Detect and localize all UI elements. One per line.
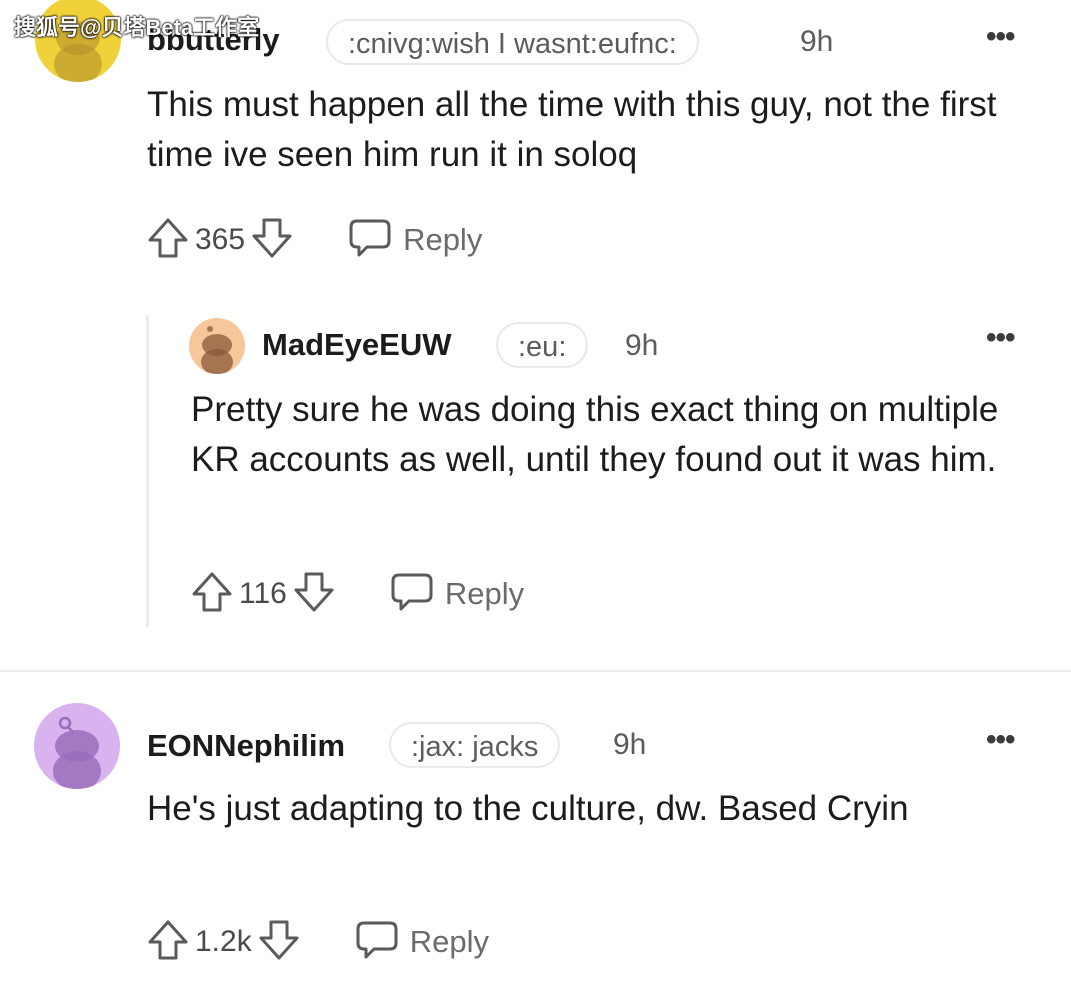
username[interactable]: EONNephilim	[147, 728, 345, 764]
timestamp: 9h	[625, 329, 659, 362]
reply-label: Reply	[403, 222, 483, 257]
reply-label: Reply	[444, 576, 525, 611]
snoo-avatar-icon	[201, 326, 233, 374]
reply-button[interactable]: Reply	[389, 571, 524, 618]
comment-body: He's just adapting to the culture, dw. B…	[147, 789, 909, 828]
watermark: 搜狐号@贝塔Beta工作室	[14, 15, 260, 40]
downvote-arrow-icon[interactable]	[293, 571, 335, 618]
speech-bubble-icon	[354, 919, 400, 966]
reply-label: Reply	[409, 924, 489, 959]
comment-actions: 365 Reply	[147, 218, 482, 262]
timestamp: 9h	[800, 25, 834, 58]
comment-body: This must happen all the time with this …	[147, 85, 997, 174]
vote-score: 365	[195, 223, 246, 256]
upvote-arrow-icon[interactable]	[147, 919, 189, 966]
reply-button[interactable]: Reply	[347, 217, 482, 264]
speech-bubble-icon	[347, 217, 393, 264]
upvote-arrow-icon[interactable]	[191, 571, 233, 618]
user-flair: :eu:	[496, 322, 589, 368]
user-flair: :jax: jacks	[389, 722, 561, 768]
user-flair: :cnivg:wish I wasnt:eufnc:	[326, 19, 699, 65]
vote-score: 1.2k	[195, 925, 252, 958]
avatar[interactable]	[189, 318, 245, 374]
reply-button[interactable]: Reply	[354, 919, 489, 966]
upvote-arrow-icon[interactable]	[147, 217, 189, 264]
snoo-avatar-icon	[53, 716, 101, 789]
avatar[interactable]	[34, 703, 120, 789]
more-options-icon[interactable]: •••	[986, 723, 1015, 757]
username[interactable]: MadEyeEUW	[262, 327, 451, 363]
downvote-arrow-icon[interactable]	[258, 919, 300, 966]
comment-actions: 116 Reply	[191, 572, 524, 616]
comment-divider	[0, 670, 1071, 672]
downvote-arrow-icon[interactable]	[251, 217, 293, 264]
timestamp: 9h	[613, 728, 647, 761]
thread-line[interactable]	[146, 315, 149, 627]
more-options-icon[interactable]: •••	[986, 20, 1015, 54]
more-options-icon[interactable]: •••	[986, 321, 1015, 355]
comment-body: Pretty sure he was doing this exact thin…	[191, 390, 999, 479]
comment-actions: 1.2k Reply	[147, 920, 489, 964]
speech-bubble-icon	[389, 571, 435, 618]
vote-score: 116	[239, 577, 287, 610]
